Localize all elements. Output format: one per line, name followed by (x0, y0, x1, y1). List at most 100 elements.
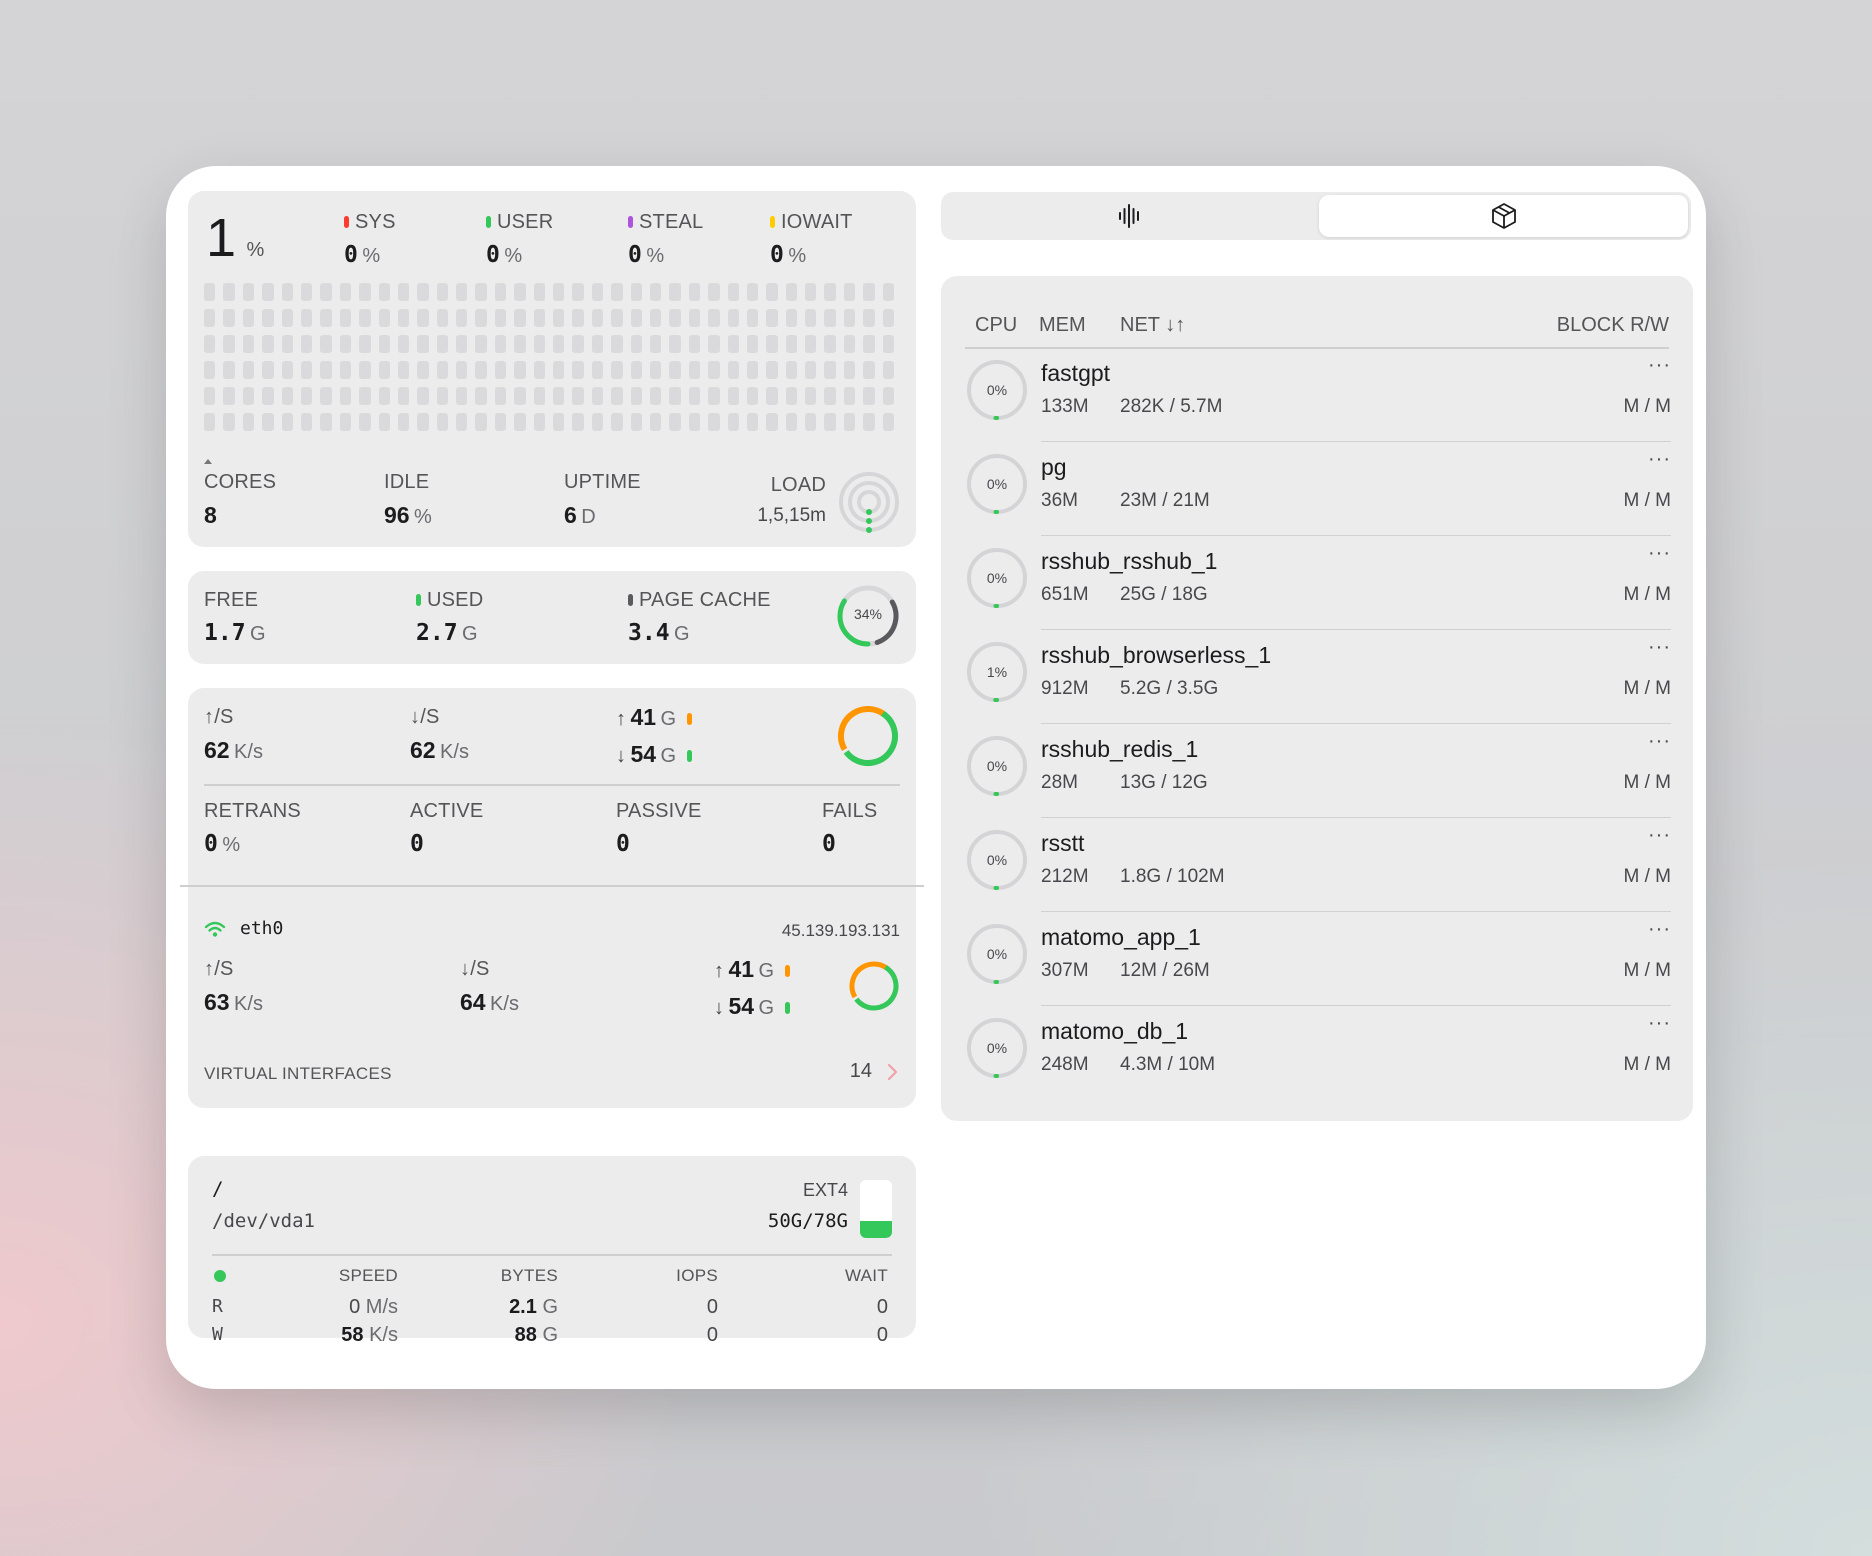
virtual-interfaces-row[interactable]: VIRTUAL INTERFACES (204, 1064, 392, 1084)
mem-free: FREE 1.7 G (204, 589, 266, 646)
more-icon[interactable]: ··· (1648, 824, 1671, 847)
interface-ip: 45.139.193.131 (781, 921, 900, 940)
iowait-color-dot (770, 216, 775, 228)
cpu-total-value: 1 (206, 208, 237, 268)
more-icon[interactable]: ··· (1648, 1012, 1671, 1035)
container-row[interactable]: 1% rsshub_browserless_1 912M 5.2G / 3.5G M /… (965, 630, 1671, 724)
mem-used-label: USED (427, 589, 484, 611)
core-history-cell (417, 413, 429, 431)
core-history-cell (494, 309, 507, 327)
core-history-cell (223, 335, 235, 353)
interface-header[interactable]: eth0 (204, 918, 283, 939)
container-cpu-ring: 0% (967, 454, 1027, 514)
core-history-cell (649, 309, 662, 327)
tab-metrics[interactable] (944, 195, 1316, 237)
core-history-cell (533, 283, 545, 301)
core-history-cell (611, 361, 623, 379)
tab-containers[interactable] (1319, 195, 1688, 237)
mem-used-unit: G (462, 623, 478, 645)
core-history-cell (281, 309, 293, 327)
core-history-cell (339, 283, 352, 301)
container-row[interactable]: 0% fastgpt 133M 282K / 5.7M M / M ··· (965, 348, 1671, 442)
core-history-cell (669, 283, 681, 301)
core-history-cell (882, 361, 894, 379)
core-history-cell (688, 283, 701, 301)
box-icon (1491, 203, 1516, 229)
core-history-cell (378, 309, 390, 327)
passive-stat: PASSIVE 0 (616, 800, 702, 857)
core-history-cell (649, 361, 662, 379)
core-history-cell (630, 413, 642, 431)
container-row[interactable]: 0% matomo_app_1 307M 12M / 26M M / M ··· (965, 912, 1671, 1006)
core-history-cell (669, 387, 681, 405)
more-icon[interactable]: ··· (1648, 730, 1671, 753)
core-history-cell (242, 283, 255, 301)
header-mem[interactable]: MEM (1039, 314, 1086, 337)
core-history-cell (204, 361, 216, 379)
core-history-cell (688, 387, 701, 405)
container-cpu-value: 0% (987, 758, 1007, 774)
container-mem: 28M (1041, 772, 1078, 793)
core-history-cell (824, 309, 836, 327)
more-icon[interactable]: ··· (1648, 636, 1671, 659)
core-history-cell (843, 387, 856, 405)
more-icon[interactable]: ··· (1648, 918, 1671, 941)
container-row[interactable]: 0% rsstt 212M 1.8G / 102M M / M ··· (965, 818, 1671, 912)
core-history-cell (262, 413, 274, 431)
core-history-cell (863, 283, 875, 301)
core-history-cell (339, 309, 352, 327)
core-history-cell (514, 361, 526, 379)
iowait-value: 0 (770, 242, 784, 268)
collapse-caret-icon[interactable] (204, 459, 212, 464)
used-color-dot (416, 594, 421, 606)
idle-label: IDLE (384, 471, 430, 493)
core-history-cell (223, 361, 235, 379)
header-block-rw[interactable]: BLOCK R/W (1557, 314, 1669, 337)
container-row[interactable]: 0% pg 36M 23M / 21M M / M ··· (965, 442, 1671, 536)
container-net: 23M / 21M (1120, 490, 1210, 511)
retrans-label: RETRANS (204, 800, 301, 822)
core-history-cell (630, 361, 642, 379)
core-history-cell (863, 335, 875, 353)
core-history-cell (456, 283, 468, 301)
core-history-cell (242, 387, 255, 405)
core-history-cell (746, 361, 759, 379)
mem-free-value: 1.7 (204, 620, 246, 646)
header-net[interactable]: NET ↓↑ (1120, 314, 1185, 337)
core-history-cell (805, 335, 817, 353)
disk-usage-fill (860, 1221, 892, 1238)
core-history-cell (649, 387, 662, 405)
container-row[interactable]: 0% rsshub_rsshub_1 651M 25G / 18G M / M ··· (965, 536, 1671, 630)
container-row[interactable]: 0% rsshub_redis_1 28M 13G / 12G M / M ··· (965, 724, 1671, 818)
virtual-interfaces-link[interactable]: 14 (850, 1060, 900, 1083)
net-total-up: 41 (630, 704, 657, 730)
core-history-cell (688, 413, 701, 431)
core-history-cell (688, 335, 701, 353)
more-icon[interactable]: ··· (1648, 542, 1671, 565)
container-mem: 307M (1041, 960, 1089, 981)
net-down-rate: ↓/S 62 K/s (410, 706, 469, 764)
cores-label: CORES (204, 471, 277, 493)
core-history-cell (553, 335, 565, 353)
core-history-cell (262, 335, 274, 353)
disk-write-speed: 58 (341, 1324, 364, 1346)
more-icon[interactable]: ··· (1648, 448, 1671, 471)
core-history-cell (727, 283, 739, 301)
core-history-cell (320, 387, 332, 405)
mem-used: USED 2.7 G (416, 589, 483, 646)
core-history-cell (591, 335, 604, 353)
container-net: 1.8G / 102M (1120, 866, 1225, 887)
cpu-steal: STEAL 0 % (628, 211, 703, 268)
net-total-down-unit: G (660, 745, 677, 767)
more-icon[interactable]: ··· (1648, 354, 1671, 377)
core-history-cell (475, 309, 487, 327)
core-history-cell (611, 283, 623, 301)
core-history-cell (572, 309, 584, 327)
core-history-cell (223, 413, 235, 431)
cpu-iowait: IOWAIT 0 % (770, 211, 853, 268)
header-cpu[interactable]: CPU (975, 314, 1017, 337)
container-row[interactable]: 0% matomo_db_1 248M 4.3M / 10M M / M ··· (965, 1006, 1671, 1100)
disk-speed-header: SPEED (338, 1266, 398, 1285)
disk-card: / /dev/vda1 EXT4 50G/78G SPEED BYTES IOP… (188, 1156, 916, 1346)
core-history-cell (320, 283, 332, 301)
